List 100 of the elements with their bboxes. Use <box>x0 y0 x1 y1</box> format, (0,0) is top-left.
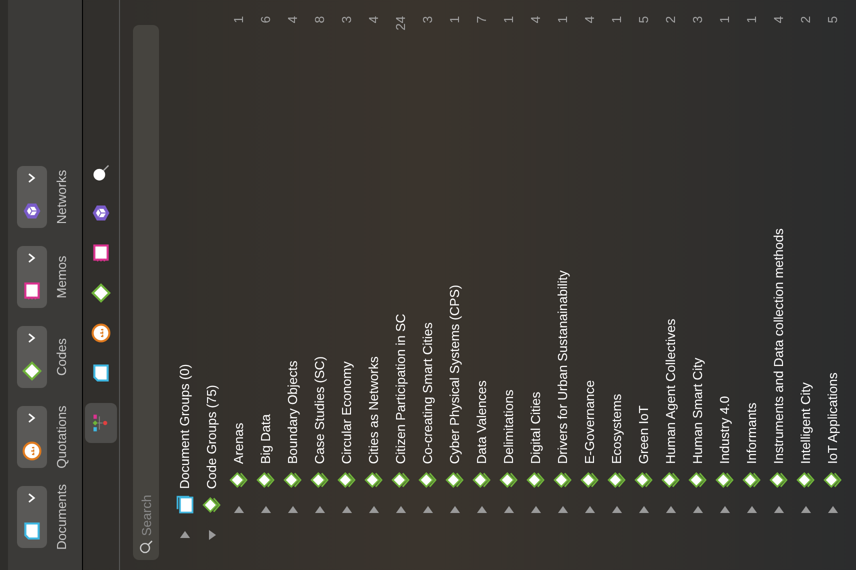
code-group-label: Digital Cities <box>526 392 544 464</box>
collapsed-caret-icon[interactable] <box>826 504 838 516</box>
tab-button[interactable] <box>17 246 47 308</box>
tree-row[interactable]: Big Data 6 <box>252 0 279 570</box>
tab-button[interactable] <box>17 166 47 228</box>
collapsed-caret-icon[interactable] <box>502 504 514 516</box>
tree-row[interactable]: Cyber Physical Systems (CPS) 1 <box>441 0 468 570</box>
tree-row[interactable]: Document Groups (0) <box>171 0 198 570</box>
network-icon <box>22 201 42 221</box>
collapsed-caret-icon[interactable] <box>448 504 460 516</box>
code-group-label: Co-creating Smart Cities <box>418 322 436 464</box>
count: 7 <box>472 16 490 24</box>
tree-row[interactable]: Cities as Networks 4 <box>360 0 387 570</box>
collapsed-caret-icon[interactable] <box>178 529 190 541</box>
collapsed-caret-icon[interactable] <box>232 504 244 516</box>
count: 4 <box>580 16 598 24</box>
tab-button[interactable] <box>17 406 47 468</box>
count: 4 <box>770 16 787 24</box>
code-group-label: Citizen Participation in SC <box>392 314 409 464</box>
code-group-icon <box>310 470 330 490</box>
tree-row[interactable]: IoT Applications 5 <box>819 0 846 570</box>
tree-row[interactable]: Human Smart City 3 <box>684 0 711 570</box>
code-group-icon <box>552 470 572 490</box>
tree-row[interactable]: Industry 4.0 1 <box>711 0 738 570</box>
quotation-icon <box>91 323 111 343</box>
collapsed-caret-icon[interactable] <box>800 504 812 516</box>
tree-row[interactable]: Code Groups (75) <box>198 0 225 570</box>
collapsed-caret-icon[interactable] <box>314 504 326 516</box>
code-group-icon <box>768 470 788 490</box>
tree-row[interactable]: Instruments and Data collection methods 4 <box>765 0 792 570</box>
collapsed-caret-icon[interactable] <box>286 504 298 516</box>
code-group-label: Drivers for Urban Sustanainability <box>554 270 571 464</box>
tree-row[interactable]: Co-creating Smart Cities 3 <box>414 0 441 570</box>
collapsed-caret-icon[interactable] <box>340 504 352 516</box>
tree-row[interactable]: Boundary Objects 4 <box>279 0 306 570</box>
count: 1 <box>608 16 625 24</box>
tree-row[interactable]: E-Governance 4 <box>576 0 603 570</box>
count: 1 <box>500 16 517 24</box>
document-icon <box>91 363 111 383</box>
code-group-icon <box>606 470 626 490</box>
collapsed-caret-icon[interactable] <box>664 504 676 516</box>
tree-row[interactable]: Case Studies (SC) 8 <box>306 0 333 570</box>
collapsed-caret-icon[interactable] <box>422 504 434 516</box>
tree-row[interactable]: Data Valences 7 <box>468 0 495 570</box>
tree-row[interactable]: Citizen Participation in SC 24 <box>387 0 414 570</box>
collapsed-caret-icon[interactable] <box>772 504 784 516</box>
search-field[interactable]: Search <box>133 25 159 560</box>
collapsed-caret-icon[interactable] <box>476 504 488 516</box>
count: 3 <box>338 16 355 24</box>
group-label: Document Groups (0) <box>176 364 193 489</box>
collapsed-caret-icon[interactable] <box>260 504 272 516</box>
tree-row[interactable]: Intelligent City 2 <box>792 0 819 570</box>
code-group-label: Circular Economy <box>338 361 355 464</box>
code-group-icon <box>714 470 734 490</box>
code-group-icon <box>580 470 600 490</box>
tree-row[interactable]: Green IoT 5 <box>630 0 657 570</box>
code-group-label: Intelligent City <box>796 382 814 464</box>
tab-label: Networks <box>53 170 70 224</box>
tree-row[interactable]: Circular Economy 3 <box>333 0 360 570</box>
chevron-down-icon <box>28 173 36 183</box>
tree-row[interactable]: Arenas 1 <box>225 0 252 570</box>
tab-button[interactable] <box>17 326 47 388</box>
code-group-label: Big Data <box>256 414 274 464</box>
count: 1 <box>446 16 463 24</box>
tree-row[interactable]: Drivers for Urban Sustanainability 1 <box>549 0 576 570</box>
count: 2 <box>796 16 814 24</box>
memo-icon <box>91 243 111 263</box>
code-group-label: Arenas <box>230 422 247 464</box>
collapsed-caret-icon[interactable] <box>530 504 542 516</box>
tree-row[interactable]: Ecosystems 1 <box>603 0 630 570</box>
code-group-icon <box>498 470 518 490</box>
code-group-icon <box>444 470 464 490</box>
collapsed-caret-icon[interactable] <box>718 504 730 516</box>
code-group-label: Green IoT <box>634 405 652 464</box>
collapsed-caret-icon[interactable] <box>556 504 568 516</box>
code-group-icon <box>822 470 842 490</box>
collapsed-caret-icon[interactable] <box>746 504 758 516</box>
tab-button[interactable] <box>17 486 47 548</box>
collapsed-caret-icon[interactable] <box>394 504 406 516</box>
code-group-icon <box>526 470 546 490</box>
tree-row[interactable]: Informants 1 <box>738 0 765 570</box>
tree-row[interactable]: Human Agent Collectives 2 <box>657 0 684 570</box>
code-group-label: Informants <box>742 402 760 464</box>
tab-label: Quotations <box>53 406 70 468</box>
count: 1 <box>742 16 760 24</box>
tree-row[interactable]: Digital Cities 4 <box>522 0 549 570</box>
collapsed-caret-icon[interactable] <box>368 504 380 516</box>
collapsed-caret-icon[interactable] <box>692 504 704 516</box>
count: 1 <box>716 16 733 24</box>
group-label: Code Groups (75) <box>202 384 220 489</box>
collapsed-caret-icon[interactable] <box>638 504 650 516</box>
collapsed-caret-icon[interactable] <box>584 504 596 516</box>
count: 1 <box>554 16 571 24</box>
code-group-label: Human Smart City <box>688 358 706 464</box>
code-group-label: Cyber Physical Systems (CPS) <box>446 284 463 464</box>
collapsed-caret-icon[interactable] <box>610 504 622 516</box>
count: 4 <box>284 16 301 24</box>
code-group-icon <box>796 470 816 490</box>
network-icon <box>91 203 111 223</box>
tree-row[interactable]: Delimitations 1 <box>495 0 522 570</box>
